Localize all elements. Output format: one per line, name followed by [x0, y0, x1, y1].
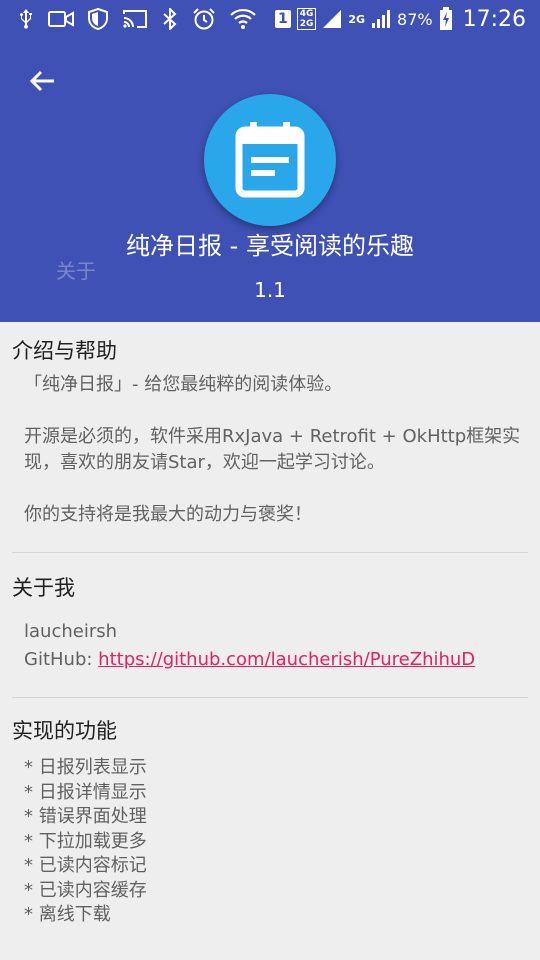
section-features: 实现的功能 * 日报列表显示 * 日报详情显示 * 错误界面处理 * 下拉加载更… [0, 716, 540, 928]
alarm-icon [192, 7, 216, 31]
network-type-badge: 4G 2G [296, 8, 317, 30]
section-body: 「纯净日报」- 给您最纯粹的阅读体验。 开源是必须的，软件采用RxJava + … [12, 372, 528, 528]
intro-paragraph-1: 「纯净日报」- 给您最纯粹的阅读体验。 [24, 374, 343, 395]
github-line: GitHub: https://github.com/laucherish/Pu… [24, 647, 528, 673]
bluetooth-icon [162, 7, 178, 31]
network-type-2: 2G [348, 12, 366, 26]
back-button[interactable] [22, 64, 62, 98]
list-item: * 已读内容标记 [24, 855, 147, 876]
feature-list: * 日报列表显示 * 日报详情显示 * 错误界面处理 * 下拉加载更多 * 已读… [24, 756, 528, 928]
app-name: 纯净日报 - 享受阅读的乐趣 [126, 232, 414, 260]
intro-paragraph-2: 开源是必须的，软件采用RxJava + Retrofit + OkHttp框架实… [24, 426, 521, 473]
signal-icon [322, 7, 342, 31]
section-title: 介绍与帮助 [12, 339, 117, 363]
section-about-me: 关于我 laucheirsh GitHub: https://github.co… [0, 573, 540, 673]
video-icon [48, 7, 74, 31]
divider [12, 552, 528, 553]
divider [12, 697, 528, 698]
author-name: laucheirsh [24, 621, 118, 642]
status-bar: 1 4G 2G 2G 87% 17:26 [0, 0, 540, 38]
list-item: * 日报详情显示 [24, 781, 147, 803]
usb-icon [18, 7, 34, 31]
shield-icon [88, 7, 108, 31]
intro-paragraph-3: 你的支持将是我最大的动力与褒奖！ [24, 504, 312, 525]
app-logo [204, 94, 336, 226]
section-title: 实现的功能 [12, 719, 117, 743]
signal-icon-2 [371, 7, 391, 31]
app-header: 关于 纯净日报 - 享受阅读的乐趣 1.1 [0, 38, 540, 322]
clock: 17:26 [462, 6, 526, 32]
section-body: laucheirsh GitHub: https://github.com/la… [12, 617, 528, 673]
battery-charging-icon [439, 7, 453, 31]
sim-slot-badge: 1 [274, 10, 291, 28]
section-title: 关于我 [12, 576, 75, 600]
arrow-back-icon [29, 70, 54, 92]
section-body: * 日报列表显示 * 日报详情显示 * 错误界面处理 * 下拉加载更多 * 已读… [12, 756, 528, 928]
battery-percent: 87% [397, 9, 433, 29]
app-version: 1.1 [254, 278, 286, 302]
section-intro: 介绍与帮助 「纯净日报」- 给您最纯粹的阅读体验。 开源是必须的，软件采用RxJ… [0, 336, 540, 528]
calendar-note-icon [235, 122, 305, 198]
list-item: * 错误界面处理 [24, 806, 147, 827]
list-item: * 已读内容缓存 [24, 879, 147, 901]
wifi-icon [230, 7, 256, 31]
about-content: 介绍与帮助 「纯净日报」- 给您最纯粹的阅读体验。 开源是必须的，软件采用RxJ… [0, 322, 540, 928]
list-item: * 日报列表显示 [24, 757, 147, 778]
github-label: GitHub: [24, 649, 99, 670]
github-link[interactable]: https://github.com/laucherish/PureZhihuD [98, 649, 475, 670]
cast-icon [122, 7, 148, 31]
list-item: * 下拉加载更多 [24, 830, 147, 852]
list-item: * 离线下载 [24, 904, 111, 925]
